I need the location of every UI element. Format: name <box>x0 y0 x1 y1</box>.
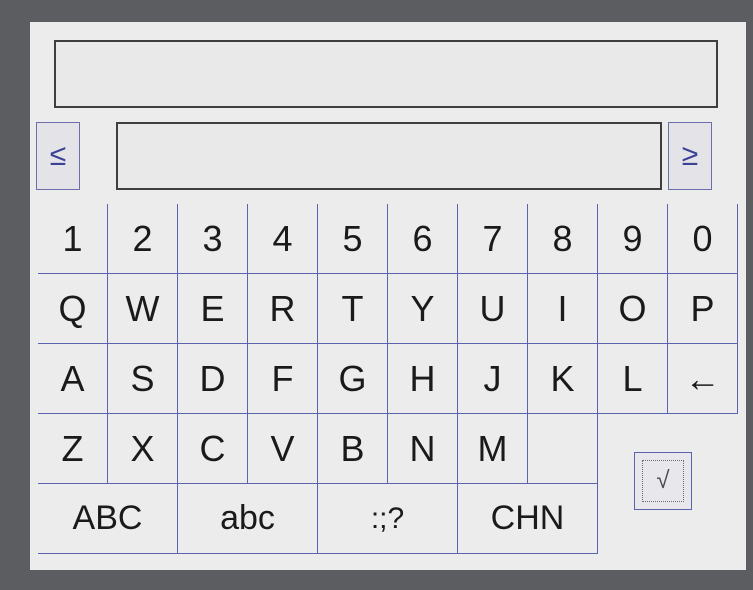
key-v[interactable]: V <box>248 414 318 484</box>
key-w[interactable]: W <box>108 274 178 344</box>
key-o[interactable]: O <box>598 274 668 344</box>
key-d[interactable]: D <box>178 344 248 414</box>
key-j[interactable]: J <box>458 344 528 414</box>
keyboard-keys: 1 2 3 4 5 6 7 8 9 0 Q W E R T Y U I O P … <box>38 204 738 554</box>
key-9[interactable]: 9 <box>598 204 668 274</box>
key-l[interactable]: L <box>598 344 668 414</box>
key-n[interactable]: N <box>388 414 458 484</box>
candidate-field[interactable] <box>116 122 662 190</box>
key-3[interactable]: 3 <box>178 204 248 274</box>
key-k[interactable]: K <box>528 344 598 414</box>
input-display-field[interactable] <box>54 40 718 108</box>
key-i[interactable]: I <box>528 274 598 344</box>
key-x[interactable]: X <box>108 414 178 484</box>
key-y[interactable]: Y <box>388 274 458 344</box>
keyboard-panel: ≤ ≥ 1 2 3 4 5 6 7 8 9 0 Q W E R T Y U I … <box>30 22 746 570</box>
key-e[interactable]: E <box>178 274 248 344</box>
key-t[interactable]: T <box>318 274 388 344</box>
key-a[interactable]: A <box>38 344 108 414</box>
key-s[interactable]: S <box>108 344 178 414</box>
mode-symbols-button[interactable]: :;? <box>318 484 458 554</box>
key-b[interactable]: B <box>318 414 388 484</box>
key-f[interactable]: F <box>248 344 318 414</box>
key-h[interactable]: H <box>388 344 458 414</box>
previous-candidates-button[interactable]: ≤ <box>36 122 80 190</box>
key-m[interactable]: M <box>458 414 528 484</box>
key-2[interactable]: 2 <box>108 204 178 274</box>
greater-equal-icon: ≥ <box>681 139 699 172</box>
less-equal-icon: ≤ <box>49 139 67 172</box>
key-z[interactable]: Z <box>38 414 108 484</box>
key-5[interactable]: 5 <box>318 204 388 274</box>
key-4[interactable]: 4 <box>248 204 318 274</box>
confirm-focus-box: √ <box>642 460 684 502</box>
key-p[interactable]: P <box>668 274 738 344</box>
key-6[interactable]: 6 <box>388 204 458 274</box>
key-blank[interactable] <box>528 414 598 484</box>
key-u[interactable]: U <box>458 274 528 344</box>
key-r[interactable]: R <box>248 274 318 344</box>
next-candidates-button[interactable]: ≥ <box>668 122 712 190</box>
backspace-arrow-icon: ← <box>684 357 721 399</box>
key-0[interactable]: 0 <box>668 204 738 274</box>
key-c[interactable]: C <box>178 414 248 484</box>
mode-upper-button[interactable]: ABC <box>38 484 178 554</box>
key-7[interactable]: 7 <box>458 204 528 274</box>
backspace-key[interactable]: ← <box>668 344 738 414</box>
confirm-button[interactable]: √ <box>634 452 692 510</box>
key-8[interactable]: 8 <box>528 204 598 274</box>
checkmark-icon: √ <box>656 467 670 494</box>
key-q[interactable]: Q <box>38 274 108 344</box>
key-g[interactable]: G <box>318 344 388 414</box>
mode-chinese-button[interactable]: CHN <box>458 484 598 554</box>
key-1[interactable]: 1 <box>38 204 108 274</box>
mode-lower-button[interactable]: abc <box>178 484 318 554</box>
